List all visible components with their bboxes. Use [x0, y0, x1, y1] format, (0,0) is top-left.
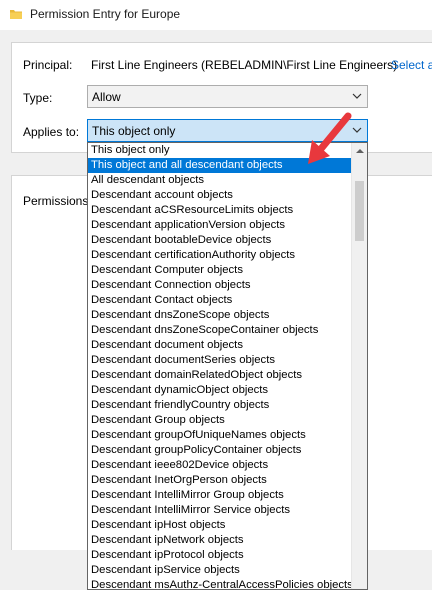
- dropdown-option[interactable]: Descendant ipNetwork objects: [88, 533, 352, 548]
- dropdown-option[interactable]: All descendant objects: [88, 173, 352, 188]
- principal-label: Principal:: [23, 58, 73, 72]
- applies-to-dropdown-list[interactable]: This object only This object and all desc…: [87, 142, 368, 590]
- dropdown-option[interactable]: Descendant ipProtocol objects: [88, 548, 352, 563]
- dropdown-options: This object only This object and all desc…: [88, 143, 353, 589]
- type-combobox-value: Allow: [92, 90, 121, 104]
- dropdown-option[interactable]: Descendant friendlyCountry objects: [88, 398, 352, 413]
- scroll-up-arrow-icon[interactable]: [356, 147, 364, 155]
- dropdown-option[interactable]: Descendant applicationVersion objects: [88, 218, 352, 233]
- type-combobox[interactable]: Allow: [87, 85, 368, 108]
- dropdown-option[interactable]: Descendant Contact objects: [88, 293, 352, 308]
- scrollbar-thumb[interactable]: [355, 181, 364, 241]
- permissions-label: Permissions:: [23, 194, 92, 208]
- dropdown-option[interactable]: Descendant InetOrgPerson objects: [88, 473, 352, 488]
- dropdown-option[interactable]: Descendant aCSResourceLimits objects: [88, 203, 352, 218]
- dropdown-option[interactable]: This object and all descendant objects: [88, 158, 352, 173]
- applies-to-label: Applies to:: [23, 125, 80, 139]
- dropdown-option[interactable]: Descendant domainRelatedObject objects: [88, 368, 352, 383]
- dropdown-option[interactable]: Descendant certificationAuthority object…: [88, 248, 352, 263]
- applies-to-combobox[interactable]: This object only: [87, 119, 368, 142]
- title-bar: Permission Entry for Europe: [0, 0, 432, 30]
- dropdown-option[interactable]: Descendant dynamicObject objects: [88, 383, 352, 398]
- dropdown-scrollbar[interactable]: [351, 143, 367, 589]
- dropdown-option[interactable]: Descendant account objects: [88, 188, 352, 203]
- dropdown-option[interactable]: Descendant groupPolicyContainer objects: [88, 443, 352, 458]
- dropdown-option[interactable]: Descendant IntelliMirror Group objects: [88, 488, 352, 503]
- dropdown-option[interactable]: Descendant document objects: [88, 338, 352, 353]
- chevron-down-icon: [352, 127, 362, 133]
- dropdown-option[interactable]: Descendant ipHost objects: [88, 518, 352, 533]
- dropdown-option[interactable]: Descendant ieee802Device objects: [88, 458, 352, 473]
- type-label: Type:: [23, 91, 53, 105]
- dropdown-option[interactable]: Descendant msAuthz-CentralAccessPolicies…: [88, 578, 353, 589]
- dropdown-option[interactable]: Descendant documentSeries objects: [88, 353, 352, 368]
- dropdown-option[interactable]: Descendant Connection objects: [88, 278, 352, 293]
- dropdown-option[interactable]: Descendant Group objects: [88, 413, 352, 428]
- dropdown-option[interactable]: Descendant groupOfUniqueNames objects: [88, 428, 352, 443]
- select-principal-link[interactable]: Select a: [391, 58, 432, 72]
- dropdown-option[interactable]: Descendant Computer objects: [88, 263, 352, 278]
- dropdown-option[interactable]: Descendant IntelliMirror Service objects: [88, 503, 352, 518]
- dropdown-option[interactable]: Descendant dnsZoneScopeContainer objects: [88, 323, 352, 338]
- applies-to-combobox-value: This object only: [92, 124, 176, 138]
- chevron-down-icon: [352, 93, 362, 99]
- folder-icon: [10, 10, 22, 19]
- window-title: Permission Entry for Europe: [30, 7, 181, 21]
- dropdown-option[interactable]: Descendant ipService objects: [88, 563, 352, 578]
- dropdown-option[interactable]: This object only: [88, 143, 352, 158]
- principal-value: First Line Engineers (REBELADMIN\First L…: [91, 58, 398, 72]
- dropdown-option[interactable]: Descendant bootableDevice objects: [88, 233, 352, 248]
- dropdown-option[interactable]: Descendant dnsZoneScope objects: [88, 308, 352, 323]
